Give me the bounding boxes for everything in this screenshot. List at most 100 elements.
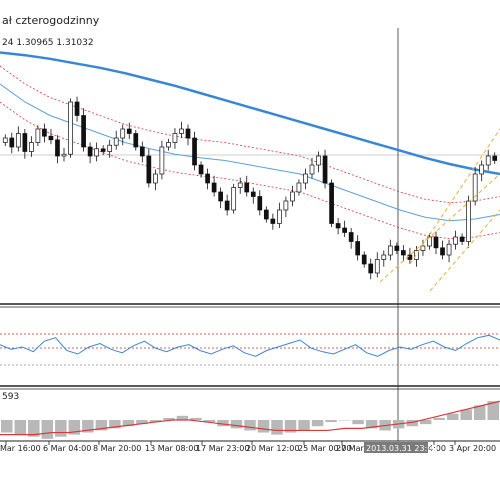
chart-title: ał czterogodzinny bbox=[2, 14, 100, 27]
candle-body bbox=[159, 146, 165, 175]
candle-body bbox=[87, 146, 93, 157]
x-tick-label: 6 Mar 04:00 bbox=[43, 444, 91, 453]
candle-body bbox=[433, 236, 439, 249]
candle-body bbox=[9, 137, 15, 148]
candle-body bbox=[113, 137, 119, 146]
candle-body bbox=[270, 218, 276, 224]
candle-body bbox=[166, 142, 171, 148]
candle-body bbox=[250, 191, 256, 197]
macd-bar bbox=[446, 413, 459, 420]
candle-body bbox=[100, 148, 106, 152]
candle-body bbox=[81, 115, 86, 148]
candle-body bbox=[420, 245, 426, 251]
candle-body bbox=[146, 155, 152, 184]
macd-bar bbox=[338, 420, 351, 421]
candle-body bbox=[283, 200, 289, 211]
x-tick-label: 20 Mar 12:00 bbox=[246, 444, 299, 453]
candle-body bbox=[22, 133, 28, 152]
candle-body bbox=[74, 101, 80, 116]
candle-body bbox=[120, 128, 126, 139]
candle-body bbox=[459, 236, 465, 242]
candle-body bbox=[466, 200, 471, 242]
candle-body bbox=[48, 135, 54, 141]
candle-body bbox=[329, 182, 334, 224]
candle-body bbox=[394, 245, 400, 251]
candle-body bbox=[479, 164, 485, 175]
macd-bar bbox=[460, 409, 472, 420]
candle-body bbox=[453, 236, 458, 245]
candle-body bbox=[381, 254, 387, 260]
macd-bar bbox=[14, 420, 27, 435]
chart-subtitle: 24 1.30965 1.31032 bbox=[2, 38, 94, 48]
candle-body bbox=[290, 191, 295, 202]
x-tick-label: 8 Mar 20:00 bbox=[93, 444, 141, 453]
candle-body bbox=[172, 133, 178, 143]
candle-body bbox=[263, 209, 269, 220]
candle-body bbox=[185, 128, 191, 139]
macd-layer bbox=[0, 400, 500, 439]
candle-body bbox=[179, 128, 184, 134]
rsi-layer bbox=[0, 334, 500, 357]
macd-bar bbox=[244, 420, 256, 431]
candle-body bbox=[335, 223, 341, 229]
rsi-line bbox=[0, 334, 500, 357]
macd-bar bbox=[230, 420, 243, 429]
candle-body bbox=[231, 187, 237, 211]
x-tick-label: 17 Mar 23:00 bbox=[196, 444, 249, 453]
macd-bar bbox=[257, 420, 270, 433]
macd-bar bbox=[176, 415, 189, 420]
macd-bar bbox=[271, 420, 283, 435]
indicator-label: 593 bbox=[2, 392, 19, 402]
x-tick-label: Mar 16:00 bbox=[0, 444, 41, 453]
macd-bar bbox=[325, 420, 337, 423]
macd-bar bbox=[41, 420, 54, 439]
candle-body bbox=[446, 243, 452, 256]
macd-bar bbox=[55, 420, 67, 437]
candle-body bbox=[211, 182, 217, 193]
x-tick-label: 13 Mar 08:00 bbox=[145, 444, 198, 453]
crosshair-label: 2013.03.31 23:00 bbox=[366, 444, 437, 453]
candle-body bbox=[387, 245, 393, 256]
macd-bar bbox=[1, 420, 13, 433]
candle-body bbox=[55, 139, 60, 157]
price-layer bbox=[0, 51, 500, 292]
candle-body bbox=[485, 155, 491, 166]
candle-body bbox=[309, 164, 315, 175]
candle-body bbox=[316, 155, 321, 166]
candle-body bbox=[303, 173, 308, 184]
envelope-upper bbox=[0, 65, 500, 204]
candle-body bbox=[322, 155, 328, 184]
candle-body bbox=[492, 155, 498, 161]
candle-body bbox=[61, 153, 67, 157]
candle-body bbox=[257, 196, 263, 211]
candle-body bbox=[407, 254, 413, 260]
candle-body bbox=[126, 128, 132, 134]
candle-body bbox=[29, 142, 34, 152]
candle-body bbox=[277, 209, 282, 224]
candle-body bbox=[374, 259, 380, 274]
candle-body bbox=[401, 250, 406, 256]
x-tick-label: 3 Apr 20:00 bbox=[449, 444, 496, 453]
candle-body bbox=[355, 241, 361, 256]
candle-body bbox=[68, 101, 73, 155]
macd-bar bbox=[433, 417, 445, 420]
candle-body bbox=[218, 191, 223, 202]
candle-body bbox=[107, 144, 113, 152]
candle-body bbox=[198, 164, 204, 175]
candle-body bbox=[139, 146, 145, 157]
candle-body bbox=[42, 128, 47, 137]
candle-body bbox=[15, 133, 21, 148]
candle-body bbox=[348, 232, 354, 242]
candle-body bbox=[440, 247, 445, 256]
candle-body bbox=[133, 133, 139, 148]
candle-body bbox=[368, 263, 374, 274]
candle-body bbox=[244, 182, 250, 193]
candle-body bbox=[237, 182, 243, 188]
candle-body bbox=[205, 173, 210, 184]
candle-body bbox=[342, 227, 347, 233]
candle-body bbox=[224, 200, 230, 211]
macd-bar bbox=[352, 420, 364, 425]
candle-body bbox=[192, 137, 197, 166]
candle-body bbox=[361, 254, 367, 265]
candle-body bbox=[2, 137, 8, 143]
